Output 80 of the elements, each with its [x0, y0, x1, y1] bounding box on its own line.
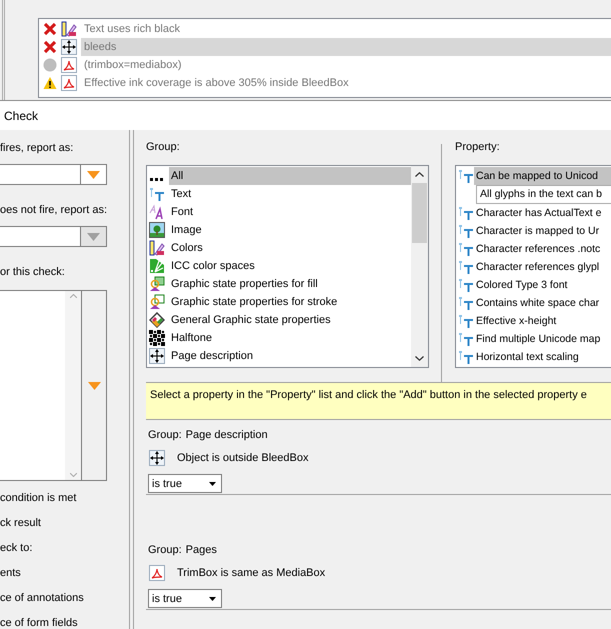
hint-banner: Select a property in the "Property" list and click the "Add" button in the selected property e — [146, 382, 611, 420]
color-swatch-icon — [149, 240, 165, 256]
dots-icon — [150, 178, 164, 180]
group-label: Group: — [146, 141, 181, 155]
group-item[interactable]: Halftone — [169, 329, 411, 347]
group-name: Page description — [186, 429, 268, 443]
group-item[interactable]: All — [169, 167, 411, 185]
pdf-icon — [61, 75, 77, 91]
chevron-up-icon[interactable] — [415, 172, 424, 177]
option-label: condition is met — [0, 491, 78, 506]
property-item[interactable]: Character is mapped to Ur — [474, 222, 611, 240]
move-arrows-icon — [149, 450, 165, 466]
graphic-state-icon — [149, 312, 165, 328]
text-icon — [458, 223, 474, 239]
group-item[interactable]: Image — [169, 221, 411, 239]
image-icon — [149, 222, 165, 238]
window-title: Check — [0, 100, 611, 130]
group-item[interactable]: Colors — [169, 239, 411, 257]
option-label: ck result — [0, 516, 42, 531]
option-label: ents — [0, 566, 22, 581]
group-item[interactable]: Page description — [169, 347, 411, 365]
group-item[interactable]: ICC color spaces — [169, 257, 411, 275]
field-label: oes not fire, report as: — [0, 204, 108, 218]
property-item[interactable]: Find multiple Unicode map — [474, 330, 611, 348]
property-item[interactable]: Effective x-height — [474, 312, 611, 330]
caret-icon — [209, 482, 216, 486]
result-item[interactable]: (trimbox=mediabox) — [81, 56, 611, 74]
halftone-icon — [149, 330, 165, 346]
result-item[interactable]: Text uses rich black — [81, 20, 611, 38]
condition-select[interactable]: is true — [148, 474, 222, 493]
font-icon — [149, 204, 165, 220]
result-item[interactable]: Effective ink coverage is above 305% inside BleedBox — [81, 74, 611, 92]
text-icon — [458, 168, 474, 184]
color-swatch-icon — [61, 21, 77, 37]
text-icon — [149, 186, 165, 202]
group-caption: Group: — [148, 429, 182, 443]
move-arrows-icon — [149, 348, 165, 364]
property-item[interactable]: Contains white space char — [474, 294, 611, 312]
group-name: Pages — [186, 544, 217, 558]
text-icon — [458, 259, 474, 275]
property-item[interactable]: Colored Type 3 font — [474, 276, 611, 294]
group-caption: Group: — [148, 544, 182, 558]
group-item[interactable]: General Graphic state properties — [169, 311, 411, 329]
property-item[interactable]: Can be mapped to Unicod — [474, 167, 611, 185]
property-item[interactable]: Character references glypl — [474, 258, 611, 276]
color-space-icon — [149, 258, 165, 274]
option-label: ce of annotations — [0, 591, 85, 606]
option-label: eck to: — [0, 541, 34, 556]
chevron-down-icon[interactable] — [415, 356, 424, 361]
property-item[interactable]: Character references .notc — [474, 240, 611, 258]
text-icon — [458, 205, 474, 221]
scrollbar[interactable] — [411, 166, 428, 367]
property-item[interactable]: Horizontal text scaling — [474, 348, 611, 366]
property-label: Property: — [455, 141, 501, 155]
property-item[interactable]: Character has ActualText e — [474, 204, 611, 222]
property-name: Object is outside BleedBox — [177, 452, 308, 464]
group-item[interactable]: Graphic state properties for stroke — [169, 293, 411, 311]
text-icon — [458, 295, 474, 311]
option-label: ce of form fields — [0, 616, 79, 629]
text-icon — [458, 277, 474, 293]
text-icon — [458, 313, 474, 329]
text-icon — [458, 349, 474, 365]
group-item[interactable]: Text — [169, 185, 411, 203]
report-select[interactable] — [0, 226, 107, 247]
caret-icon — [209, 596, 216, 600]
group-item[interactable]: Font — [169, 203, 411, 221]
field-label: or this check: — [0, 266, 66, 280]
graphic-state-icon — [149, 294, 165, 310]
condition-select[interactable]: is true — [148, 589, 222, 608]
group-item[interactable]: Graphic state properties for fill — [169, 275, 411, 293]
move-arrows-icon — [61, 39, 77, 55]
report-select[interactable] — [0, 164, 107, 185]
graphic-state-icon — [149, 276, 165, 292]
property-name: TrimBox is same as MediaBox — [177, 567, 326, 579]
text-icon — [458, 331, 474, 347]
pdf-icon — [149, 565, 165, 581]
field-label: fires, report as: — [0, 142, 74, 156]
property-description: All glyphs in the text can b — [476, 185, 611, 204]
text-icon — [458, 241, 474, 257]
pdf-icon — [61, 57, 77, 73]
